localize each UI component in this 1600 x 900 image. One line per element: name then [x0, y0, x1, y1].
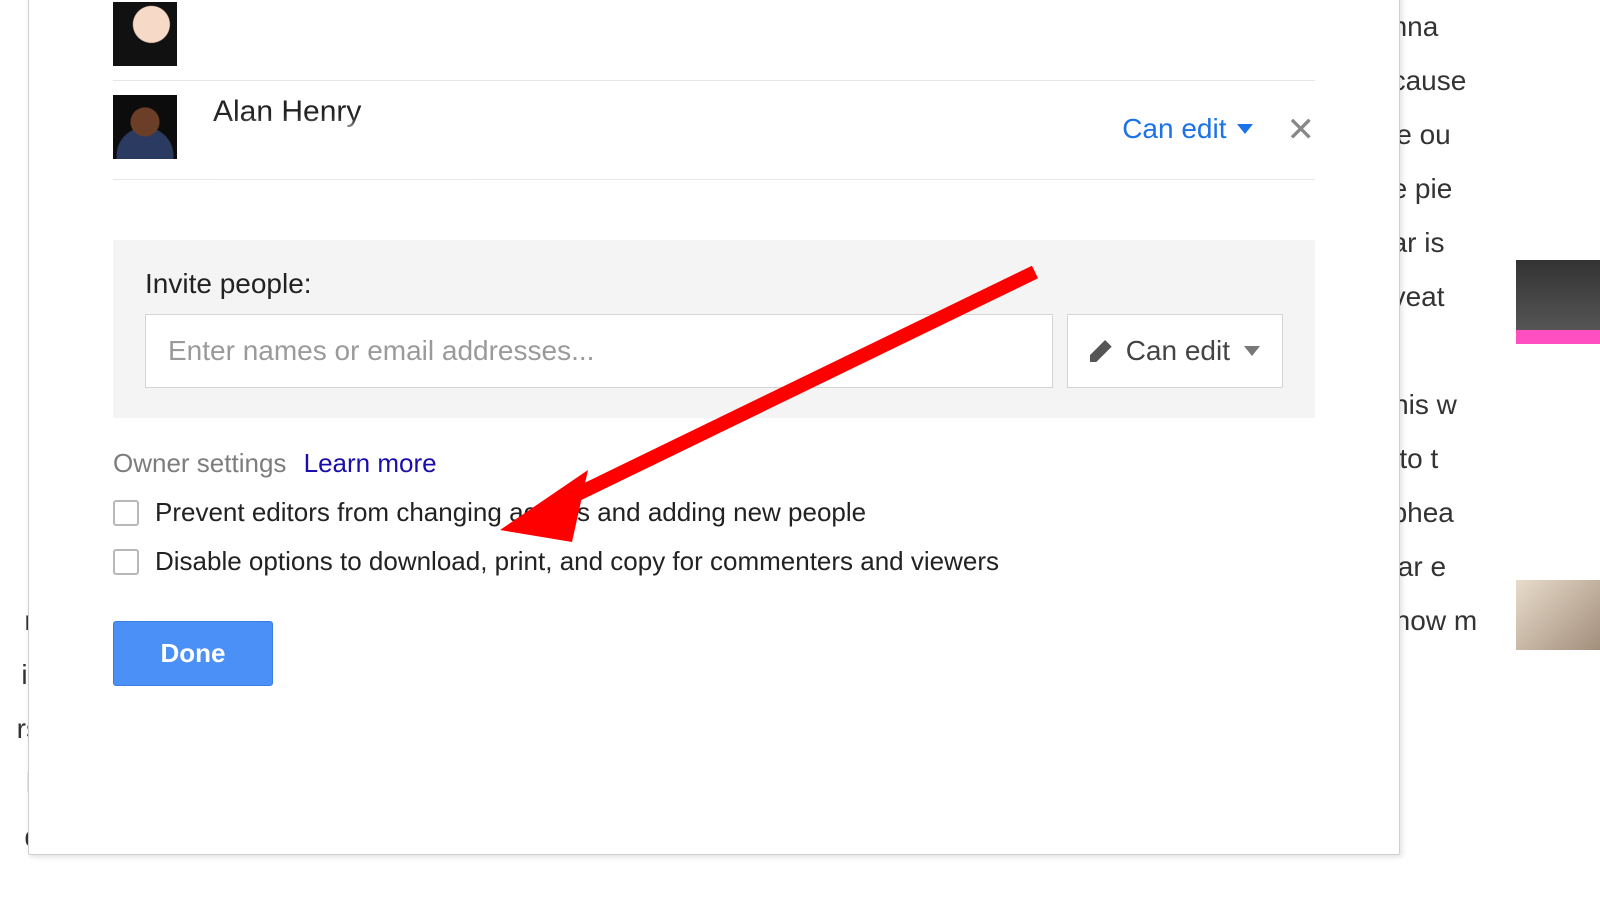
- chevron-down-icon: [1237, 124, 1253, 134]
- permission-dropdown[interactable]: Can edit: [1122, 113, 1252, 145]
- avatar: [113, 95, 177, 159]
- done-button[interactable]: Done: [113, 621, 273, 686]
- sidebar-thumb-accent: [1516, 330, 1600, 344]
- checkbox-label: Disable options to download, print, and …: [155, 546, 999, 577]
- invite-label: Invite people:: [145, 268, 1283, 300]
- redacted-email: [213, 8, 473, 38]
- checkbox-disable-download[interactable]: [113, 549, 139, 575]
- invite-section: Invite people: Enter names or email addr…: [113, 240, 1315, 418]
- owner-settings-heading: Owner settings: [113, 448, 286, 478]
- person-row: Alan Henry Can edit ✕: [113, 81, 1315, 180]
- avatar: [113, 2, 177, 66]
- chevron-down-icon: [1244, 346, 1260, 356]
- redacted-email: [213, 135, 473, 165]
- background-text-right: onna ecause ive ou he pie ear is aveat T…: [1376, 0, 1600, 900]
- person-name: Alan Henry: [213, 95, 1122, 129]
- sharing-settings-dialog: Alan Henry Can edit ✕ Invite people: Ent…: [28, 0, 1400, 855]
- checkbox-label: Prevent editors from changing access and…: [155, 497, 866, 528]
- invite-input[interactable]: Enter names or email addresses...: [145, 314, 1053, 388]
- remove-person-button[interactable]: ✕: [1287, 113, 1316, 147]
- sidebar-thumb: [1516, 260, 1600, 330]
- owner-settings: Owner settings Learn more Prevent editor…: [113, 448, 1315, 577]
- person-info: [213, 2, 1315, 38]
- invite-permission-label: Can edit: [1126, 335, 1230, 367]
- sidebar-thumb: [1516, 580, 1600, 650]
- permission-label: Can edit: [1122, 113, 1226, 145]
- people-list: Alan Henry Can edit ✕: [29, 0, 1399, 180]
- checkbox-prevent-editors[interactable]: [113, 500, 139, 526]
- person-row: [113, 0, 1315, 81]
- learn-more-link[interactable]: Learn more: [304, 448, 437, 478]
- person-info: Alan Henry: [213, 95, 1122, 165]
- invite-permission-dropdown[interactable]: Can edit: [1067, 314, 1283, 388]
- pencil-icon: [1090, 340, 1112, 362]
